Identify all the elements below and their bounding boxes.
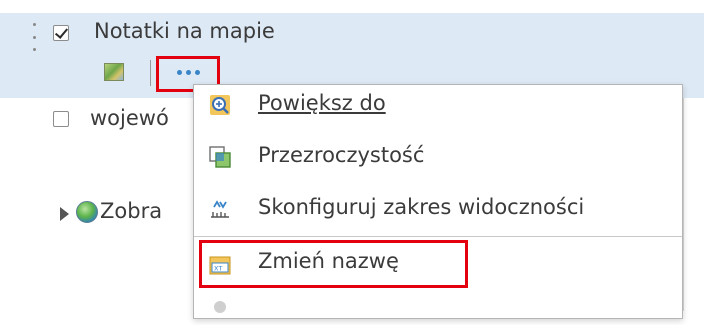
menu-separator bbox=[194, 236, 682, 237]
menu-item-cutoff[interactable] bbox=[194, 295, 682, 325]
menu-item-rename[interactable]: XT Zmień nazwę bbox=[194, 243, 682, 287]
drag-handle-icon[interactable] bbox=[33, 23, 37, 51]
layer-label-zobrazowanie: Zobra bbox=[100, 199, 163, 223]
cutoff-icon bbox=[214, 301, 226, 313]
menu-item-label: Przezroczystość bbox=[258, 143, 425, 167]
layer-checkbox-wojewodztwa[interactable] bbox=[53, 111, 69, 127]
rename-icon: XT bbox=[209, 256, 231, 275]
zoom-to-icon bbox=[210, 95, 230, 115]
layer-context-menu: Powiększ do Przezroczystość Skonfiguruj … bbox=[193, 84, 683, 319]
visibility-range-icon bbox=[211, 200, 229, 218]
menu-item-label: Skonfiguruj zakres widoczności bbox=[258, 195, 585, 219]
dot bbox=[185, 69, 191, 75]
legend-swatch-icon[interactable] bbox=[104, 63, 124, 81]
expand-arrow-icon[interactable] bbox=[60, 207, 69, 221]
layer-label-notatki: Notatki na mapie bbox=[94, 19, 275, 43]
svg-text:XT: XT bbox=[214, 265, 222, 273]
separator bbox=[150, 60, 151, 86]
menu-item-label: Zmień nazwę bbox=[258, 249, 399, 273]
menu-item-transparency[interactable]: Przezroczystość bbox=[194, 137, 682, 181]
layer-checkbox-notatki[interactable] bbox=[53, 25, 69, 41]
menu-item-zoom-to[interactable]: Powiększ do bbox=[194, 85, 682, 129]
transparency-icon bbox=[209, 146, 231, 168]
layer-label-wojewodztwa: wojewó bbox=[90, 106, 169, 130]
panel-edge bbox=[683, 98, 684, 311]
menu-item-label: Powiększ do bbox=[258, 91, 386, 115]
dot bbox=[176, 69, 182, 75]
menu-item-visibility-range[interactable]: Skonfiguruj zakres widoczności bbox=[194, 189, 682, 233]
globe-icon bbox=[76, 201, 98, 223]
dot bbox=[194, 69, 200, 75]
